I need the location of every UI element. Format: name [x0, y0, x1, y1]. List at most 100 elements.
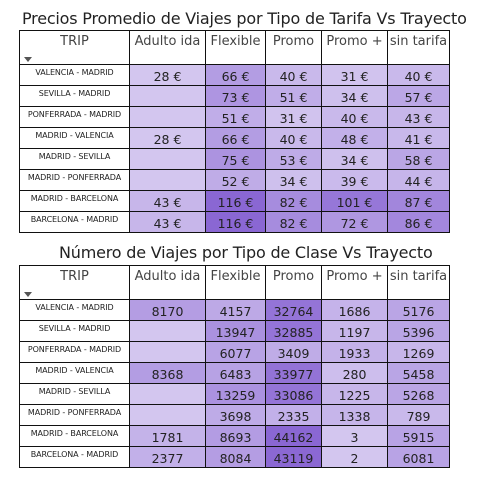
heatmap-cell: 66 € [205, 64, 266, 86]
heatmap-cell: 43 € [129, 190, 206, 212]
heatmap-cell: 8693 [205, 425, 266, 447]
trips-table-title: Número de Viajes por Tipo de Clase Vs Tr… [59, 243, 433, 262]
column-header[interactable]: Promo + [321, 30, 388, 65]
heatmap-cell: 75 € [205, 148, 266, 170]
column-header[interactable]: Promo [265, 30, 322, 65]
heatmap-cell: 32885 [265, 320, 322, 342]
heatmap-cell: 43119 [265, 446, 322, 468]
heatmap-cell [129, 404, 206, 426]
column-header[interactable]: sin tarifa [387, 30, 450, 65]
heatmap-cell: 2 [321, 446, 388, 468]
heatmap-cell: 58 € [387, 148, 450, 170]
sort-descending-icon[interactable] [24, 57, 32, 62]
heatmap-cell: 40 € [321, 106, 388, 128]
heatmap-cell: 82 € [265, 211, 322, 233]
heatmap-cell: 3 [321, 425, 388, 447]
column-header[interactable]: Adulto ida [129, 30, 206, 65]
row-header-trip: MADRID - BARCELONA [19, 190, 130, 212]
heatmap-cell [129, 169, 206, 191]
table-row: BARCELONA - MADRID 43 €116 €82 €72 €86 € [19, 211, 450, 233]
heatmap-cell: 44 € [387, 169, 450, 191]
heatmap-cell: 6081 [387, 446, 450, 468]
column-header[interactable]: Flexible [205, 265, 266, 300]
heatmap-cell: 28 € [129, 64, 206, 86]
column-header[interactable]: sin tarifa [387, 265, 450, 300]
price-table-title: Precios Promedio de Viajes por Tipo de T… [22, 9, 467, 28]
heatmap-cell: 5458 [387, 362, 450, 384]
heatmap-cell: 28 € [129, 127, 206, 149]
column-header-trip[interactable]: TRIP [19, 265, 130, 300]
row-header-trip: VALENCIA - MADRID [19, 299, 130, 321]
heatmap-cell: 40 € [265, 127, 322, 149]
heatmap-cell [129, 320, 206, 342]
table-row: PONFERRADA - MADRID 6077 3409 1933 1269 [19, 341, 450, 363]
heatmap-cell: 39 € [321, 169, 388, 191]
heatmap-cell: 43 € [129, 211, 206, 233]
heatmap-cell: 86 € [387, 211, 450, 233]
heatmap-cell: 51 € [205, 106, 266, 128]
heatmap-cell [129, 106, 206, 128]
row-header-trip: PONFERRADA - MADRID [19, 106, 130, 128]
table-row: MADRID - PONFERRADA 3698 2335 1338 789 [19, 404, 450, 426]
column-header[interactable]: Adulto ida [129, 265, 206, 300]
heatmap-cell [129, 85, 206, 107]
heatmap-cell: 51 € [265, 85, 322, 107]
heatmap-cell: 66 € [205, 127, 266, 149]
heatmap-cell: 1225 [321, 383, 388, 405]
column-header[interactable]: Promo + [321, 265, 388, 300]
row-header-trip: MADRID - PONFERRADA [19, 169, 130, 191]
heatmap-cell: 6077 [205, 341, 266, 363]
heatmap-cell: 1269 [387, 341, 450, 363]
heatmap-cell: 116 € [205, 211, 266, 233]
heatmap-cell: 57 € [387, 85, 450, 107]
heatmap-cell: 13947 [205, 320, 266, 342]
row-header-trip: BARCELONA - MADRID [19, 446, 130, 468]
heatmap-cell: 43 € [387, 106, 450, 128]
heatmap-cell: 3698 [205, 404, 266, 426]
heatmap-cell: 101 € [321, 190, 388, 212]
column-header[interactable]: Flexible [205, 30, 266, 65]
table-row: VALENCIA - MADRID 28 €66 €40 €31 €40 € [19, 64, 450, 86]
heatmap-cell: 52 € [205, 169, 266, 191]
heatmap-cell: 280 [321, 362, 388, 384]
table-row: MADRID - BARCELONA 43 €116 €82 €101 €87 € [19, 190, 450, 212]
heatmap-cell: 40 € [387, 64, 450, 86]
column-header-trip[interactable]: TRIP [19, 30, 130, 65]
table-row: SEVILLA - MADRID 13947 32885 1197 5396 [19, 320, 450, 342]
trips-matrix: TRIP Adulto ida Flexible Promo Promo + sin ta… [19, 265, 450, 468]
sort-descending-icon[interactable] [24, 292, 32, 297]
heatmap-cell: 82 € [265, 190, 322, 212]
heatmap-cell: 5176 [387, 299, 450, 321]
row-header-trip: MADRID - BARCELONA [19, 425, 130, 447]
heatmap-cell: 1933 [321, 341, 388, 363]
table-row: VALENCIA - MADRID 8170 4157 32764 1686 5176 [19, 299, 450, 321]
table-row: MADRID - SEVILLA 75 €53 €34 €58 € [19, 148, 450, 170]
heatmap-cell: 4157 [205, 299, 266, 321]
row-header-trip: PONFERRADA - MADRID [19, 341, 130, 363]
row-header-trip: MADRID - PONFERRADA [19, 404, 130, 426]
heatmap-cell: 32764 [265, 299, 322, 321]
row-header-trip: MADRID - VALENCIA [19, 127, 130, 149]
heatmap-cell: 2377 [129, 446, 206, 468]
table-row: PONFERRADA - MADRID 51 €31 €40 €43 € [19, 106, 450, 128]
heatmap-cell: 53 € [265, 148, 322, 170]
heatmap-cell: 1781 [129, 425, 206, 447]
heatmap-cell: 789 [387, 404, 450, 426]
table-row: MADRID - PONFERRADA 52 €34 €39 €44 € [19, 169, 450, 191]
table-row: BARCELONA - MADRID 2377 8084 43119 2 6081 [19, 446, 450, 468]
heatmap-cell [129, 341, 206, 363]
heatmap-cell: 3409 [265, 341, 322, 363]
heatmap-cell: 1686 [321, 299, 388, 321]
row-header-trip: BARCELONA - MADRID [19, 211, 130, 233]
heatmap-cell [129, 148, 206, 170]
heatmap-cell: 34 € [321, 148, 388, 170]
heatmap-cell: 5268 [387, 383, 450, 405]
row-header-trip: VALENCIA - MADRID [19, 64, 130, 86]
heatmap-cell: 8368 [129, 362, 206, 384]
heatmap-cell: 5396 [387, 320, 450, 342]
column-header[interactable]: Promo [265, 265, 322, 300]
row-header-trip: MADRID - SEVILLA [19, 383, 130, 405]
heatmap-cell: 34 € [265, 169, 322, 191]
heatmap-cell: 6483 [205, 362, 266, 384]
row-header-trip: MADRID - SEVILLA [19, 148, 130, 170]
